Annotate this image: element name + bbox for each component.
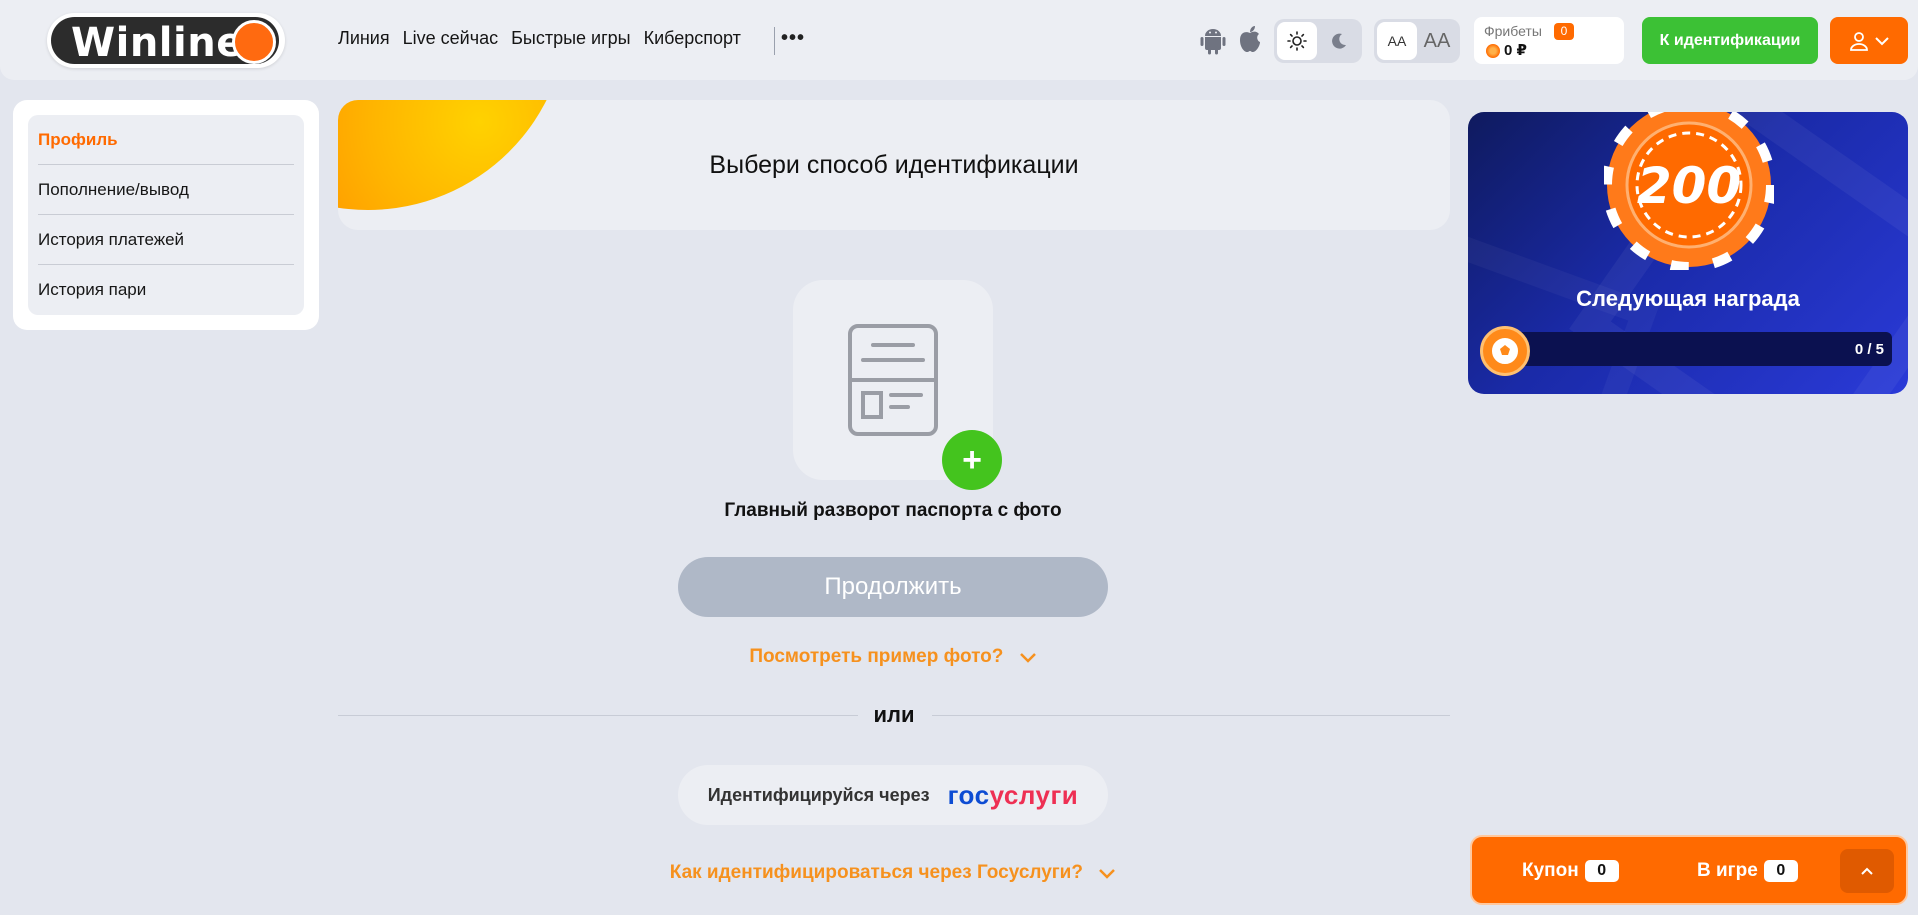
chevron-down-icon [1019,653,1036,663]
nav-esports[interactable]: Киберспорт [644,28,741,49]
font-small-button[interactable]: AA [1377,22,1417,60]
soccer-ball-icon [1480,326,1530,376]
passport-label: Главный разворот паспорта с фото [724,500,1062,521]
in-game-label: В игре [1697,860,1758,882]
next-reward-card[interactable]: 200 Следующая награда 0 / 5 [1468,112,1908,394]
main-nav: Линия Live сейчас Быстрые игры Киберспор… [338,28,754,49]
user-menu-button[interactable] [1830,17,1908,64]
gosuslugi-logo: госуслуги [948,780,1079,811]
gosuslugi-button[interactable]: Идентифицируйся через госуслуги [678,765,1108,825]
profile-sidebar: Профиль Пополнение/вывод История платеже… [13,100,319,330]
identification-title-card: Выбери способ идентификации [338,100,1450,230]
expand-coupon-button[interactable] [1840,849,1894,893]
sidebar-item-bet-history[interactable]: История пари [38,265,294,315]
logo-pill: Winline [51,17,279,66]
freebets-count-badge: 0 [1554,23,1574,40]
sidebar-item-profile[interactable]: Профиль [38,115,294,165]
sidebar-item-deposit-withdraw[interactable]: Пополнение/вывод [38,165,294,215]
chevron-up-icon [1861,867,1873,875]
reward-progress-bar: 0 / 5 [1486,332,1892,366]
freebets-label: Фрибеты [1484,23,1542,39]
continue-button[interactable]: Продолжить [678,557,1108,617]
gosuslugi-logo-part1: гос [947,779,990,810]
how-gosuslugi-link[interactable]: Как идентифицироваться через Госуслуги? [493,862,1293,884]
dark-theme-moon-icon[interactable] [1319,22,1359,60]
reward-title: Следующая награда [1576,286,1800,311]
or-text: или [873,702,915,727]
coin-icon [1486,44,1500,58]
nav-fast-games[interactable]: Быстрые игры [511,28,631,49]
page-title: Выбери способ идентификации [709,150,1079,179]
identification-button[interactable]: К идентификации [1642,17,1818,64]
sidebar-item-payment-history[interactable]: История платежей [38,215,294,265]
view-example-label: Посмотреть пример фото? [749,646,1004,667]
coupon-label: Купон [1522,860,1579,882]
android-icon[interactable] [1200,27,1226,60]
font-size-toggle: AA AA [1374,19,1460,63]
gosuslugi-logo-part2: услуги [989,779,1079,810]
sidebar-menu: Профиль Пополнение/вывод История платеже… [28,115,304,315]
gosuslugi-label: Идентифицируйся через [707,784,930,805]
theme-toggle [1274,19,1362,63]
logo-text: Winline [71,20,244,66]
freebets-balance[interactable]: Фрибеты 0 0 ₽ [1474,17,1624,64]
font-large-button[interactable]: AA [1417,22,1457,60]
casino-chip-icon: 200 [1604,112,1774,270]
in-game-tab[interactable]: В игре 0 [1697,860,1798,882]
add-photo-plus-icon[interactable]: + [942,430,1002,490]
in-game-count: 0 [1763,860,1798,882]
coupon-tab[interactable]: Купон 0 [1522,860,1619,882]
nav-line[interactable]: Линия [338,28,390,49]
logo-dot [232,20,276,64]
coupon-count: 0 [1584,860,1619,882]
chevron-down-icon [1099,869,1116,879]
view-example-link[interactable]: Посмотреть пример фото? [593,646,1193,668]
more-menu-icon[interactable]: ••• [781,27,805,50]
reward-progress-text: 0 / 5 [1854,341,1884,358]
coupon-bar: Купон 0 В игре 0 [1470,835,1908,905]
top-header: Winline Линия Live сейчас Быстрые игры К… [0,0,1918,80]
chevron-down-icon [1875,36,1889,45]
balance-amount: 0 ₽ [1504,42,1527,59]
apple-icon[interactable] [1238,25,1262,58]
light-theme-sun-icon[interactable] [1277,22,1317,60]
chip-value: 200 [1637,157,1741,215]
how-gosuslugi-label: Как идентифицироваться через Госуслуги? [669,862,1083,883]
winline-logo[interactable]: Winline [47,13,285,68]
nav-live[interactable]: Live сейчас [403,28,498,49]
user-icon [1850,31,1868,51]
nav-divider [774,27,775,55]
or-divider: или [338,700,1450,730]
